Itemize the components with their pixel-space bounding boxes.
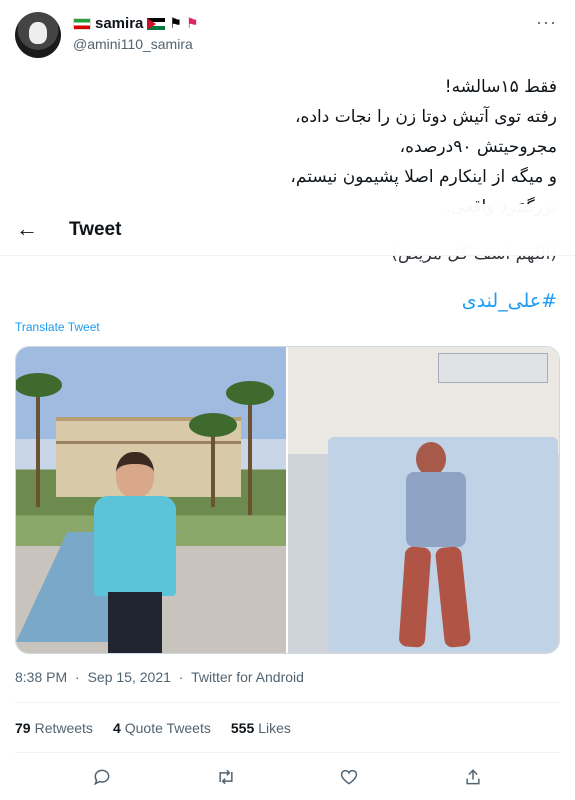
photo-hospital-bed[interactable] <box>288 347 559 653</box>
retweets-count: 79 <box>15 720 31 736</box>
top-header: ← Tweet <box>0 204 575 256</box>
tweet-text: فقط ۱۵سالشه! رفته توی آتیش دوتا زن را نج… <box>57 72 557 222</box>
tweet-line: و میگه از اینکارم اصلا پشیمون نیستم، <box>290 167 557 187</box>
retweet-icon[interactable] <box>211 762 241 792</box>
photo-boy-in-garden[interactable] <box>16 347 286 653</box>
iran-flag-icon <box>73 17 91 30</box>
tweet-author: samira ⚑ ⚑ @amini110_samira ··· <box>0 0 575 70</box>
author-name-row[interactable]: samira ⚑ ⚑ <box>73 15 199 32</box>
display-name[interactable]: samira <box>95 15 143 32</box>
palm-tree <box>189 413 237 507</box>
jordan-flag-icon <box>147 17 166 30</box>
tweet-line: فقط ۱۵سالشه! <box>444 77 557 97</box>
quote-tweets-stat[interactable]: 4 Quote Tweets <box>113 720 211 736</box>
likes-count: 555 <box>230 720 255 736</box>
hashtag-link[interactable]: #علی_لندی <box>462 290 557 312</box>
like-icon[interactable] <box>334 762 364 792</box>
boy-head <box>116 452 154 498</box>
retweets-label: Retweets <box>34 720 93 736</box>
tweet-line: رفته توی آتیش دوتا زن را نجات داده، <box>295 107 557 127</box>
page-title: Tweet <box>69 219 122 240</box>
tweet-line: مجروحیتش ۹۰درصده، <box>399 137 557 157</box>
boy-shirt <box>94 496 176 596</box>
quotes-count: 4 <box>112 720 121 736</box>
patient-head <box>416 442 446 476</box>
tweet-date[interactable]: Sep 15, 2021 <box>88 669 171 685</box>
meta-separator: · <box>178 669 184 685</box>
tweet-stats: 79 Retweets 4 Quote Tweets 555 Likes <box>15 720 291 736</box>
back-arrow-icon[interactable]: ← <box>16 216 38 242</box>
tweet-media[interactable] <box>15 346 560 654</box>
palm-tree <box>16 373 62 507</box>
quotes-label: Quote Tweets <box>124 720 211 736</box>
likes-label: Likes <box>258 720 291 736</box>
patient-torso <box>406 472 466 547</box>
tweet-meta: 8:38 PM · Sep 15, 2021 · Twitter for And… <box>15 669 308 685</box>
translate-tweet-link[interactable]: Translate Tweet <box>15 320 100 334</box>
patient-figure <box>388 442 483 652</box>
boy-pants <box>108 592 162 653</box>
tweet-source[interactable]: Twitter for Android <box>191 669 304 685</box>
more-options-icon[interactable]: ··· <box>536 12 557 33</box>
patient-leg <box>434 545 472 649</box>
likes-stat[interactable]: 555 Likes <box>231 720 291 736</box>
share-icon[interactable] <box>458 762 488 792</box>
red-flag-icon: ⚑ <box>185 15 199 31</box>
author-handle[interactable]: @amini110_samira <box>73 36 193 52</box>
black-flag-icon: ⚑ <box>169 15 182 31</box>
divider <box>15 752 560 753</box>
hospital-monitor <box>438 353 548 383</box>
meta-separator: · <box>75 669 80 685</box>
divider <box>15 702 560 703</box>
boy-figure <box>86 452 181 653</box>
reply-icon[interactable] <box>87 762 117 792</box>
patient-leg <box>398 546 432 648</box>
palm-tree <box>226 381 274 515</box>
tweet-time[interactable]: 8:38 PM <box>15 669 67 685</box>
tweet-actions <box>0 762 575 792</box>
avatar[interactable] <box>15 12 61 58</box>
retweets-stat[interactable]: 79 Retweets <box>15 720 93 736</box>
